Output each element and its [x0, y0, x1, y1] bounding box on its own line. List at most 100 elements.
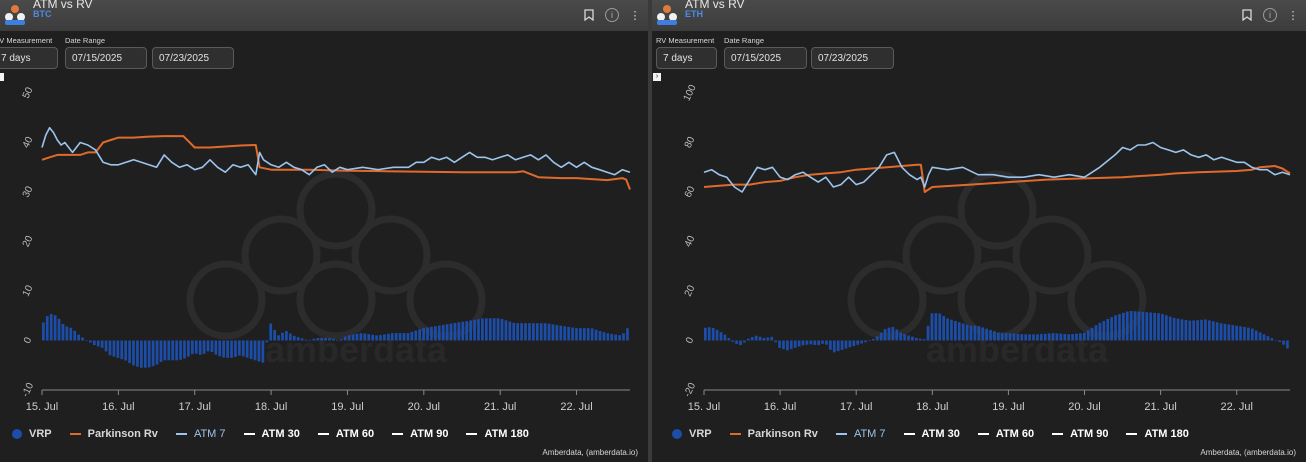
vrp-bar	[739, 340, 742, 346]
vrp-bar	[143, 340, 147, 368]
vrp-bar	[1149, 312, 1153, 341]
vrp-bar	[45, 316, 49, 341]
x-tick-label: 18. Jul	[916, 401, 948, 413]
legend-item[interactable]: ATM 7	[835, 428, 886, 440]
vrp-bar	[504, 320, 508, 341]
legend-item[interactable]: ATM 180	[466, 428, 529, 440]
legend-item[interactable]: VRP	[12, 428, 52, 440]
vrp-bar	[496, 318, 500, 341]
vrp-bar	[453, 322, 457, 341]
vrp-bar	[563, 326, 567, 341]
vrp-bar	[883, 329, 887, 341]
vrp-bar	[524, 323, 527, 341]
legend-item[interactable]: ATM 90	[1052, 428, 1108, 440]
vrp-bar	[961, 323, 965, 341]
vrp-bar	[167, 340, 171, 361]
vrp-bar	[300, 338, 304, 341]
y-tick-label: 0	[22, 335, 35, 345]
vrp-bar	[891, 327, 895, 341]
legend-item[interactable]: ATM 7	[175, 428, 226, 440]
y-tick-label: 50	[21, 85, 36, 100]
vrp-bar	[559, 325, 563, 341]
vrp-bar	[1274, 340, 1278, 341]
vrp-bar	[1122, 312, 1125, 341]
vrp-bar	[1129, 310, 1133, 341]
vrp-bar	[868, 340, 871, 341]
vrp-bar	[746, 338, 750, 341]
legend-item[interactable]: ATM 90	[392, 428, 448, 440]
vrp-bar	[1254, 330, 1258, 341]
vrp-bar	[116, 340, 120, 358]
series-line-atm-7	[41, 126, 631, 176]
vrp-bar	[206, 340, 210, 352]
y-tick-label: 40	[21, 135, 36, 150]
credit-text[interactable]: Amberdata, (amberdata.io)	[1200, 448, 1296, 457]
vrp-bar	[355, 333, 359, 341]
dashboard: ATM vs RV BTC i ⋮ RV Measurement Date Ra…	[0, 0, 1306, 462]
vrp-bar	[1118, 314, 1121, 341]
vrp-bar	[821, 340, 824, 344]
vrp-bar	[484, 318, 488, 341]
vrp-bar	[1051, 333, 1055, 341]
vrp-bar	[1086, 330, 1090, 341]
legend-item[interactable]: Parkinson Rv	[729, 428, 818, 440]
vrp-bar	[367, 334, 371, 341]
legend-item[interactable]: ATM 60	[977, 428, 1034, 440]
series-line-parkinson-rv	[41, 135, 631, 190]
vrp-bar	[53, 315, 57, 341]
legend-item[interactable]: ATM 180	[1126, 428, 1189, 440]
vrp-bar	[175, 340, 178, 361]
vrp-bar	[766, 337, 770, 341]
legend-item[interactable]: Parkinson Rv	[69, 428, 158, 440]
legend-dot-icon	[672, 429, 682, 439]
legend-item[interactable]: ATM 30	[903, 428, 960, 440]
vrp-bar	[328, 338, 331, 341]
vrp-bar	[508, 321, 512, 341]
vrp-bar	[1102, 320, 1106, 341]
vrp-bar	[1145, 312, 1149, 341]
vrp-bar	[1243, 327, 1246, 341]
vrp-bar	[1039, 334, 1043, 341]
vrp-bar	[520, 323, 523, 341]
vrp-bar	[226, 340, 229, 358]
credit-text[interactable]: Amberdata, (amberdata.io)	[542, 448, 638, 457]
vrp-bar	[1082, 332, 1086, 341]
vrp-bar	[1207, 320, 1211, 341]
x-tick-label: 16. Jul	[764, 401, 796, 413]
vrp-bar	[1204, 319, 1207, 341]
legend-item[interactable]: ATM 60	[317, 428, 374, 440]
vrp-bar	[1016, 333, 1020, 341]
x-tick-label: 19. Jul	[331, 401, 363, 413]
vrp-bar	[1180, 319, 1184, 341]
x-tick-label: 17. Jul	[840, 401, 872, 413]
vrp-bar	[934, 313, 938, 341]
legend-label: Parkinson Rv	[747, 428, 818, 440]
vrp-bar	[249, 340, 253, 359]
vrp-bar	[899, 332, 903, 341]
chart-eth[interactable]: amberdata -20 0 20 40 60 80 100 15. Jul 16. Jul 17…	[652, 0, 1306, 462]
vrp-bar	[797, 340, 801, 347]
vrp-bar	[273, 329, 276, 341]
vrp-bar	[171, 340, 175, 361]
vrp-bar	[383, 334, 386, 341]
vrp-bar	[918, 338, 922, 341]
x-tick-label: 16. Jul	[102, 401, 134, 413]
legend-item[interactable]: VRP	[672, 428, 712, 440]
legend-item[interactable]: ATM 30	[243, 428, 300, 440]
vrp-bar	[836, 340, 840, 352]
vrp-bar	[410, 331, 414, 341]
y-tick-label: 40	[683, 234, 698, 249]
watermark: amberdata	[186, 170, 486, 370]
vrp-bar	[1192, 320, 1196, 341]
vrp-bar	[92, 340, 96, 346]
x-tick-label: 21. Jul	[1144, 401, 1176, 413]
legend-line-icon	[466, 433, 478, 435]
vrp-bar	[610, 333, 614, 341]
vrp-bar	[124, 340, 128, 361]
legend-label: ATM 30	[921, 428, 960, 440]
vrp-bar	[351, 334, 355, 341]
legend-label: ATM 30	[261, 428, 300, 440]
vrp-bar	[1270, 338, 1274, 341]
chart-btc[interactable]: amberdata -10 0 10 20 30 40 50 15. Jul 16. Jul 17.…	[0, 0, 648, 462]
vrp-bar	[938, 313, 942, 341]
